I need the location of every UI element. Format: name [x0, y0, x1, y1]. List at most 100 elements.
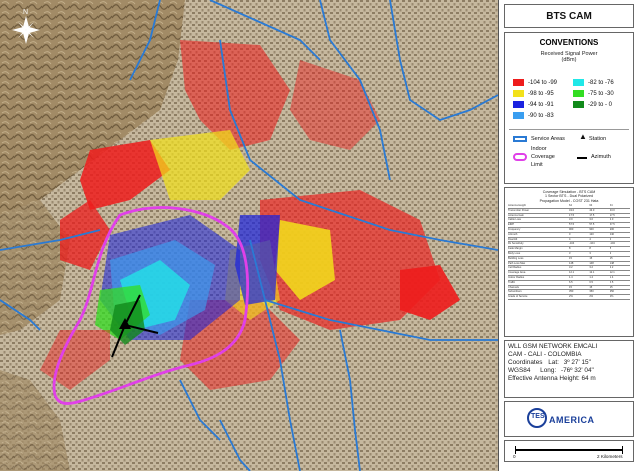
- scale-tick-start: [515, 446, 516, 454]
- legend-label-red: -104 to -99: [528, 79, 558, 86]
- indoor-label-line2: Coverage: [531, 154, 555, 160]
- table-cell: 6.5: [609, 280, 614, 284]
- scale-label-start: 0: [513, 454, 516, 459]
- table-cell: Grade of Service: [508, 295, 528, 299]
- conventions-title: CONVENTIONS: [539, 38, 599, 47]
- table-cell: 350: [589, 290, 594, 294]
- simulation-table-box: Coverage Simulation - BTS CAM 1 Sector B…: [504, 187, 634, 337]
- signal-power-title-line2: (dBm): [561, 57, 577, 63]
- table-cell: 4: [569, 237, 571, 241]
- network-location: CAM - CALI - COLOMBIA: [508, 351, 582, 358]
- legend-swatch-lightblue: [513, 112, 524, 119]
- network-name: WLL GSM NETWORK EMCALI: [508, 343, 598, 350]
- conventions-box: CONVENTIONS Received Signal Power (dBm) …: [504, 32, 634, 184]
- legend-label-yellow: -98 to -95: [528, 90, 554, 97]
- coverage-map-canvas: N: [0, 0, 498, 471]
- table-cell: Subscribers: [508, 290, 522, 294]
- antenna-height-label: Effective Antenna Height:: [508, 375, 580, 382]
- table-cell: -104: [569, 242, 575, 246]
- table-cell: 1.4: [609, 275, 614, 279]
- table-cell: 6.5: [589, 280, 593, 284]
- table-cell: 15: [569, 256, 572, 260]
- legend-swatch-red: [513, 79, 524, 86]
- table-cell: Antenna Height: [508, 204, 526, 207]
- coordinates-label: Coordinates: [508, 359, 543, 366]
- longitude-value: -76º 32' 04": [560, 367, 594, 374]
- legend-label-cyan: -82 to -76: [588, 79, 614, 86]
- table-cell: 15: [569, 285, 572, 289]
- table-cell: 8: [569, 247, 571, 251]
- table-cell: 15: [589, 256, 593, 260]
- map-layout: N BTS CAM CONVENTIONS Received Signal Po…: [0, 0, 640, 471]
- table-cell: 3.2: [589, 266, 593, 270]
- table-cell: 12.1: [569, 271, 575, 275]
- table-cell: 17.5: [569, 213, 575, 217]
- indoor-label-line1: Indoor: [531, 146, 547, 152]
- longitude-label: Long:: [540, 367, 557, 374]
- longitude-row: WGS84 Long: -76º 32' 04": [508, 367, 630, 375]
- legend-swatch-darkgreen: [573, 101, 584, 108]
- simulation-table-header: Coverage Simulation - BTS CAM 1 Sector B…: [505, 190, 633, 203]
- compass-north-label: N: [23, 9, 28, 16]
- table-cell: Cell Radius: [508, 266, 522, 270]
- table-cell: Coverage Area: [508, 271, 526, 275]
- legend-item-darkgreen: -29 to - 0: [573, 101, 612, 108]
- table-cell: -104: [589, 242, 595, 246]
- service-area-swatch: [513, 136, 527, 142]
- table-cell: 64: [569, 204, 572, 207]
- legend-label-darkgreen: -29 to - 0: [588, 101, 613, 108]
- indoor-label-line3: Limit: [531, 162, 543, 168]
- table-cell: 350: [569, 290, 574, 294]
- azimuth-icon: [577, 157, 587, 159]
- table-cell: 0: [569, 232, 571, 236]
- legend-item-blue: -94 to -91: [513, 101, 554, 108]
- legend-label-lightblue: -90 to -83: [528, 112, 554, 119]
- table-cell: 57.5: [609, 223, 615, 227]
- company-logo-box: TES AMERICA: [504, 401, 634, 437]
- table-cell: 6.5: [569, 280, 573, 284]
- signal-power-title: Received Signal Power (dBm): [505, 51, 633, 63]
- table-cell: 148: [589, 261, 594, 265]
- table-cell: 900: [609, 227, 614, 231]
- table-cell: 3: [609, 251, 612, 255]
- table-cell: 120: [589, 232, 594, 236]
- table-cell: Path Loss Max: [508, 261, 526, 265]
- table-cell: 57.5: [569, 223, 575, 227]
- coverage-map[interactable]: N: [0, 0, 498, 471]
- map-title: BTS CAM: [504, 4, 634, 28]
- legend-label-green: -75 to -30: [588, 90, 614, 97]
- table-cell: 3.2: [609, 266, 614, 270]
- table-cell: 3: [569, 251, 571, 255]
- table-cell: 8: [609, 247, 612, 251]
- station-icon: ▲: [579, 132, 587, 141]
- service-areas-label: Service Areas: [531, 136, 565, 142]
- table-cell: Fade Margin: [508, 247, 523, 251]
- table-cell: 43.0: [609, 208, 615, 212]
- table-cell: Body Loss: [508, 251, 521, 255]
- table-cell: 3.0: [569, 218, 573, 222]
- table-cell: 1.4: [589, 275, 593, 279]
- antenna-height-value: 64 m: [581, 375, 596, 382]
- logo-text-right: AMERICA: [549, 415, 595, 425]
- table-cell: 2%: [569, 295, 573, 299]
- table-cell: Downtilt: [508, 237, 518, 241]
- table-cell: 2%: [589, 295, 594, 299]
- legend-swatch-blue: [513, 101, 524, 108]
- table-cell: 15: [609, 285, 613, 289]
- table-cell: 2%: [609, 295, 614, 299]
- table-cell: Traffic: [508, 280, 516, 284]
- legend-item-lightblue: -90 to -83: [513, 112, 554, 119]
- table-cell: 240: [609, 232, 614, 236]
- table-cell: 900: [589, 227, 594, 231]
- table-cell: 4: [589, 237, 591, 241]
- legend-panel: BTS CAM CONVENTIONS Received Signal Powe…: [498, 0, 640, 471]
- scale-tick-end: [622, 446, 623, 454]
- table-cell: 3: [589, 251, 591, 255]
- table-cell: 900: [569, 227, 574, 231]
- table-cell: Azimuth: [508, 232, 518, 236]
- legend-swatch-cyan: [573, 79, 584, 86]
- azimuth-label: Azimuth: [591, 154, 611, 160]
- table-cell: Indoor Radius: [508, 275, 525, 279]
- table-row: Grade of Service 2% 2% 2%: [508, 295, 630, 300]
- table-cell: 17.5: [589, 213, 595, 217]
